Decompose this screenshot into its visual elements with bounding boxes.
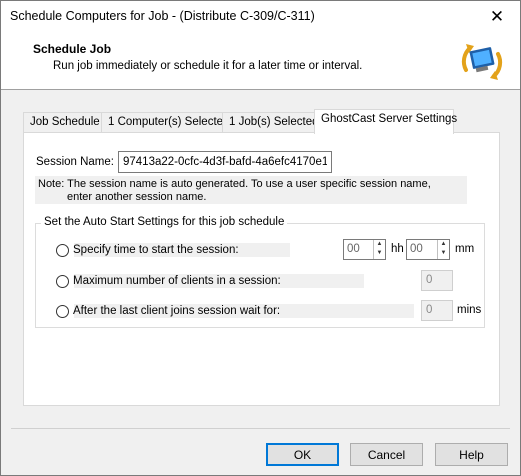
window-title: Schedule Computers for Job - (Distribute… [10,9,315,23]
tab-label: 1 Job(s) Selected [229,116,319,128]
minute-unit: mm [455,243,475,255]
hour-value: 00 [347,243,360,255]
dialog-window: Schedule Computers for Job - (Distribute… [0,0,521,476]
option-label: Maximum number of clients in a session: [73,275,281,287]
cancel-button[interactable]: Cancel [350,443,423,466]
session-name-label: Session Name: [36,156,114,168]
radio-button[interactable] [56,243,69,257]
radio-button[interactable] [56,304,69,318]
tab-jobs-selected[interactable]: 1 Job(s) Selected [222,112,319,133]
close-button[interactable]: ✕ [474,1,520,32]
title-bar: Schedule Computers for Job - (Distribute… [1,1,520,32]
max-clients-value: 0 [426,274,433,286]
help-button[interactable]: Help [435,443,508,466]
radio-specify-time[interactable]: Specify time to start the session: [56,242,239,258]
radio-max-clients[interactable]: Maximum number of clients in a session: [56,273,281,289]
tab-label: GhostCast Server Settings [321,113,458,125]
header-subtitle: Run job immediately or schedule it for a… [53,60,363,72]
ok-button[interactable]: OK [266,443,339,466]
radio-wait-after-last-client[interactable]: After the last client joins session wait… [56,303,280,319]
option-label: After the last client joins session wait… [73,305,281,317]
auto-start-legend: Set the Auto Start Settings for this job… [41,216,288,228]
header-title: Schedule Job [33,42,112,56]
wait-minutes-input[interactable]: 0 [421,300,453,321]
spinner-arrows[interactable]: ▲ ▼ [437,240,449,259]
spinner-arrows[interactable]: ▲ ▼ [373,240,385,259]
auto-start-group: Set the Auto Start Settings for this job… [35,216,485,328]
tab-ghostcast-server-settings[interactable]: GhostCast Server Settings [314,109,458,134]
hour-spinner[interactable]: 00 ▲ ▼ [343,239,386,260]
tab-label: 1 Computer(s) Selected [108,116,230,128]
ghostcast-settings-panel: Session Name: Note: The session name is … [23,132,500,406]
note-line-1: Note: The session name is auto generated… [38,178,431,190]
tab-computers-selected[interactable]: 1 Computer(s) Selected [101,112,229,133]
wait-unit: mins [457,304,482,316]
minute-spinner[interactable]: 00 ▲ ▼ [406,239,450,260]
dialog-header: Schedule Job Run job immediately or sche… [1,32,520,90]
wait-value: 0 [426,304,433,316]
note-line-2: enter another session name. [67,190,207,203]
session-note: Note: The session name is auto generated… [35,176,467,204]
footer-divider [11,428,510,429]
monitor-refresh-icon [461,44,503,80]
minute-value: 00 [410,243,423,255]
hour-unit: hh [391,243,404,255]
session-name-input[interactable] [118,151,332,173]
radio-button[interactable] [56,274,69,288]
close-icon: ✕ [489,6,505,26]
option-label: Specify time to start the session: [73,244,239,256]
tab-job-schedule[interactable]: Job Schedule [23,112,102,133]
tab-label: Job Schedule [30,116,100,128]
max-clients-input[interactable]: 0 [421,270,453,291]
